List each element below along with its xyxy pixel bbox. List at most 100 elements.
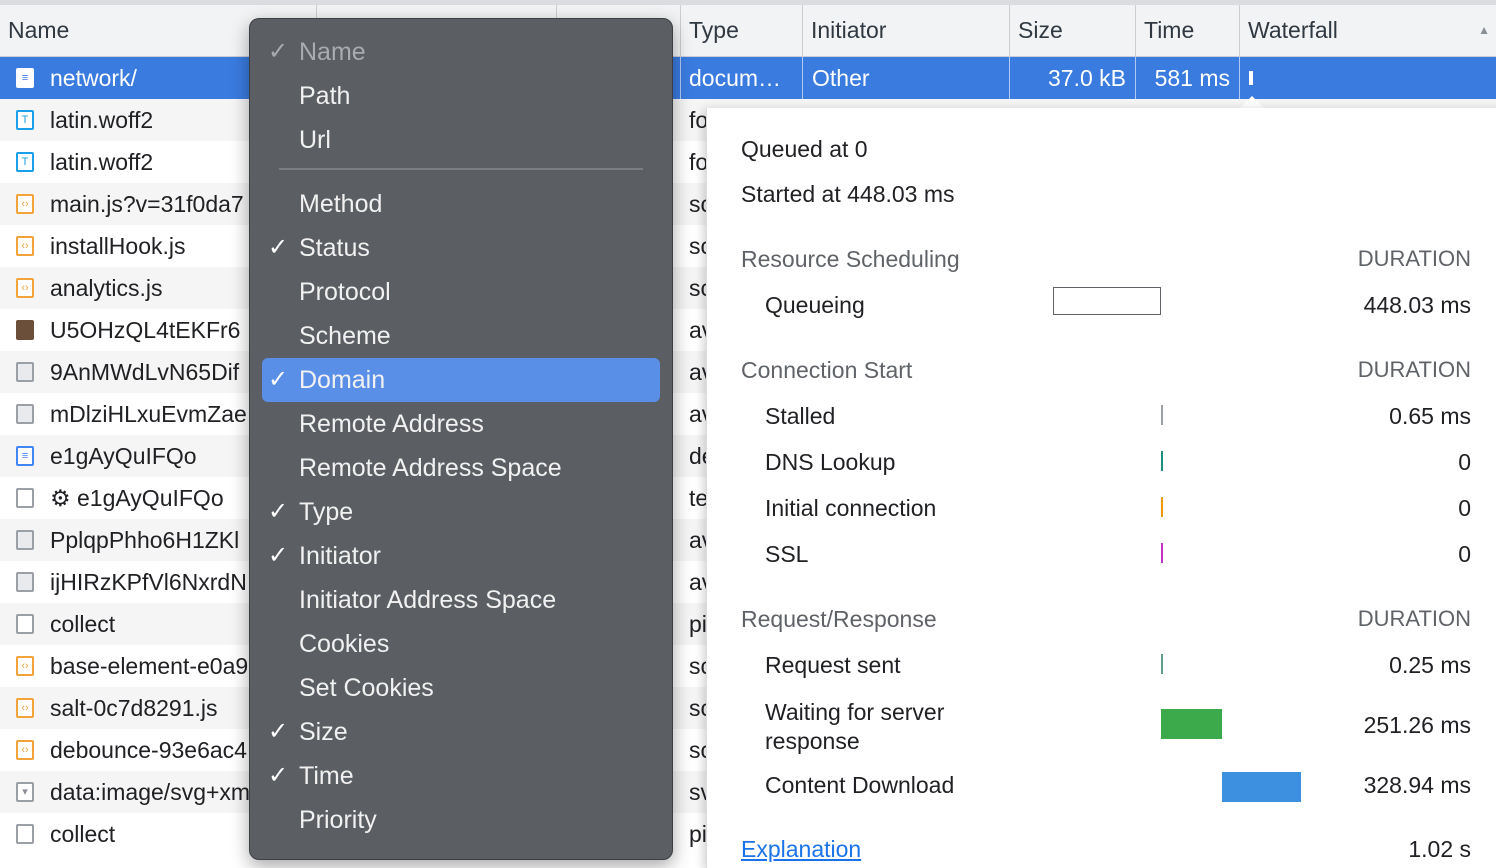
menu-item-cookies[interactable]: Cookies xyxy=(262,622,660,666)
menu-item-label: Protocol xyxy=(299,278,391,306)
column-header-type[interactable]: Type xyxy=(681,5,803,56)
menu-item-label: Remote Address Space xyxy=(299,454,562,482)
table-row-selected[interactable]: ≡ network/ docum… Other 37.0 kB 581 ms xyxy=(0,57,1496,99)
column-divider xyxy=(802,57,803,99)
menu-item-status[interactable]: ✓ Status xyxy=(262,226,660,270)
waterfall-bar[interactable] xyxy=(1249,71,1253,85)
menu-item-label: Time xyxy=(299,762,354,790)
menu-item-method[interactable]: Method xyxy=(262,182,660,226)
document-file-icon: ≡ xyxy=(16,68,34,88)
network-table-header: Name Type Initiator Size Time Waterfall … xyxy=(0,5,1496,57)
font-file-icon: T xyxy=(16,152,34,172)
row-name: ijHIRzKPfVl6NxrdN xyxy=(50,569,247,595)
row-time: 581 ms xyxy=(1154,65,1230,91)
menu-item-remote-address-space[interactable]: Remote Address Space xyxy=(262,446,660,490)
blank-file-icon xyxy=(16,488,34,508)
checkmark-icon: ✓ xyxy=(268,366,289,393)
font-file-icon: T xyxy=(16,110,34,130)
timing-section-title: Request/Response xyxy=(741,606,937,632)
menu-item-scheme[interactable]: Scheme xyxy=(262,314,660,358)
menu-item-label: Cookies xyxy=(299,630,390,658)
timing-value: 448.03 ms xyxy=(1363,292,1471,318)
script-file-icon: ‹› xyxy=(16,698,34,718)
timing-value: 0 xyxy=(1458,495,1471,521)
script-file-icon: ‹› xyxy=(16,236,34,256)
started-at-text: Started at 448.03 ms xyxy=(741,181,955,207)
timing-tick xyxy=(1161,405,1163,425)
timing-section-title: Connection Start xyxy=(741,357,913,383)
row-name: collect xyxy=(50,611,116,637)
menu-item-type[interactable]: ✓ Type xyxy=(262,490,660,534)
menu-item-label: Remote Address xyxy=(299,410,484,438)
duration-header: DURATION xyxy=(1357,357,1471,382)
menu-item-time[interactable]: ✓ Time xyxy=(262,754,660,798)
row-name: network/ xyxy=(50,65,137,91)
row-name: data:image/svg+xml xyxy=(50,779,256,805)
menu-item-initiator[interactable]: ✓ Initiator xyxy=(262,534,660,578)
menu-item-domain[interactable]: ✓ Domain xyxy=(262,358,660,402)
blank-file-icon xyxy=(16,824,34,844)
menu-item-label: Method xyxy=(299,190,383,218)
row-name: U5OHzQL4tEKFr6 xyxy=(50,317,241,343)
column-divider xyxy=(680,57,681,99)
row-name: main.js?v=31f0da7 xyxy=(50,191,244,217)
row-name: latin.woff2 xyxy=(50,107,154,133)
menu-item-remote-address[interactable]: Remote Address xyxy=(262,402,660,446)
waterfall-header-label: Waterfall xyxy=(1248,17,1338,43)
image-file-icon xyxy=(16,404,34,424)
column-header-size[interactable]: Size xyxy=(1010,5,1136,56)
row-size: 37.0 kB xyxy=(1048,65,1126,91)
menu-item-label: Domain xyxy=(299,366,386,394)
queueing-bar xyxy=(1053,287,1161,315)
column-header-time[interactable]: Time xyxy=(1136,5,1240,56)
menu-item-label: Path xyxy=(299,82,351,110)
menu-item-label: Name xyxy=(299,38,366,66)
row-name: ⚙ e1gAyQuIFQo xyxy=(50,485,224,511)
timing-value: 0 xyxy=(1458,449,1471,475)
menu-item-priority[interactable]: Priority xyxy=(262,798,660,842)
menu-item-path[interactable]: Path xyxy=(262,74,660,118)
document-file-icon: ≡ xyxy=(16,446,34,466)
total-duration: 1.02 s xyxy=(1408,836,1471,862)
column-divider xyxy=(1239,57,1240,99)
timing-label: DNS Lookup xyxy=(765,449,896,475)
image-file-icon xyxy=(16,530,34,550)
menu-item-size[interactable]: ✓ Size xyxy=(262,710,660,754)
row-name: analytics.js xyxy=(50,275,163,301)
timing-label: Waiting for server response xyxy=(765,699,945,754)
timing-label: Content Download xyxy=(765,772,955,798)
checkmark-icon: ✓ xyxy=(268,542,289,569)
image-file-icon xyxy=(16,362,34,382)
row-name: PplqpPhho6H1ZKl xyxy=(50,527,240,553)
timing-tick xyxy=(1161,497,1163,517)
photo-thumbnail-icon xyxy=(16,320,34,340)
menu-item-name[interactable]: ✓ Name xyxy=(262,30,660,74)
menu-item-label: Priority xyxy=(299,806,377,834)
row-name: salt-0c7d8291.js xyxy=(50,695,218,721)
script-file-icon: ‹› xyxy=(16,740,34,760)
menu-item-protocol[interactable]: Protocol xyxy=(262,270,660,314)
timing-popover: Queued at 0 Started at 448.03 ms Resourc… xyxy=(706,108,1496,868)
menu-separator xyxy=(279,168,643,170)
svg-file-icon: ▾ xyxy=(16,782,34,802)
row-initiator: Other xyxy=(812,65,870,91)
timing-value: 0 xyxy=(1458,541,1471,567)
checkmark-icon: ✓ xyxy=(268,498,289,525)
timing-value: 0.65 ms xyxy=(1389,403,1471,429)
timing-value: 0.25 ms xyxy=(1389,652,1471,678)
menu-item-label: Type xyxy=(299,498,354,526)
column-header-waterfall[interactable]: Waterfall ▲ xyxy=(1240,5,1496,56)
row-name: installHook.js xyxy=(50,233,186,259)
menu-item-initiator-address-space[interactable]: Initiator Address Space xyxy=(262,578,660,622)
explanation-link[interactable]: Explanation xyxy=(741,836,861,863)
timing-tick xyxy=(1161,654,1163,674)
menu-item-set-cookies[interactable]: Set Cookies xyxy=(262,666,660,710)
image-file-icon xyxy=(16,572,34,592)
menu-item-label: Url xyxy=(299,126,331,154)
menu-item-url[interactable]: Url xyxy=(262,118,660,162)
row-name: base-element-e0a9 xyxy=(50,653,249,679)
column-header-initiator[interactable]: Initiator xyxy=(803,5,1010,56)
row-name: latin.woff2 xyxy=(50,149,154,175)
checkmark-icon: ✓ xyxy=(268,718,289,745)
checkmark-icon: ✓ xyxy=(268,234,289,261)
